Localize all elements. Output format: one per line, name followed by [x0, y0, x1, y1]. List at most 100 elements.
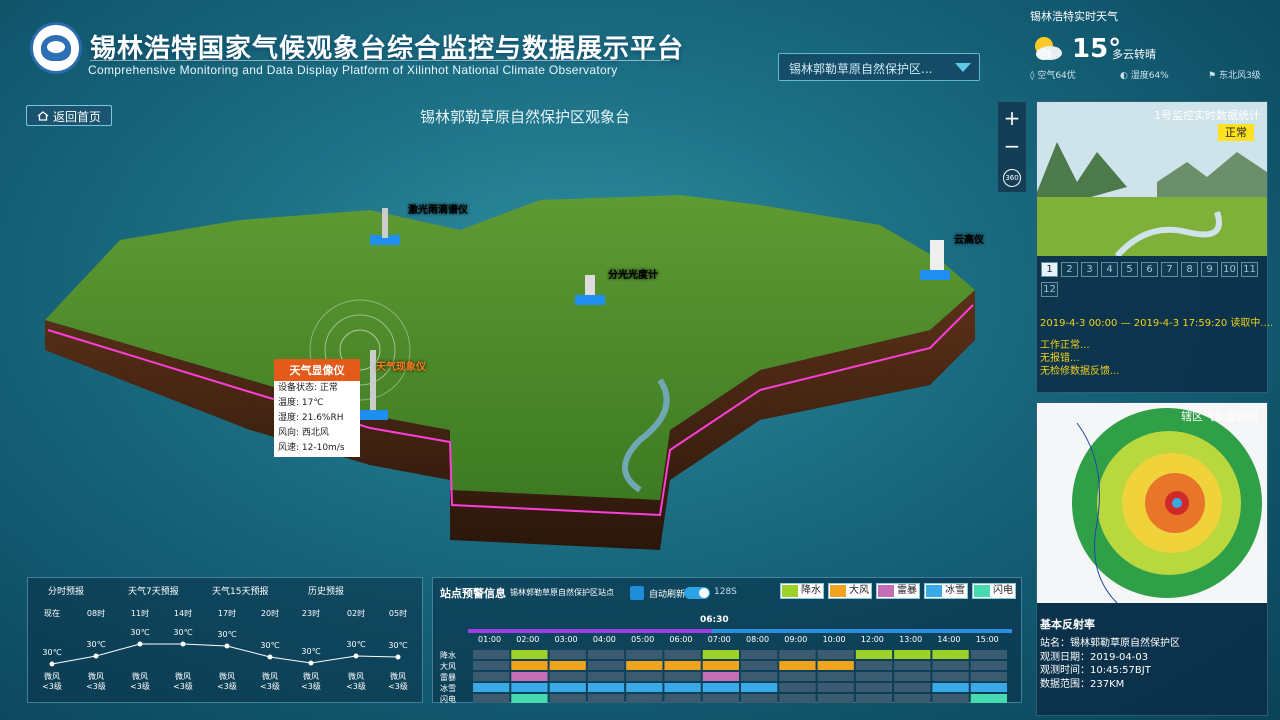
forecast-time: 23时 [301, 609, 321, 618]
forecast-temp: 30℃ [217, 630, 237, 639]
device-info-popup: 天气显像仪 设备状态: 正常 温度: 17℃ 湿度: 21.6%RH 风向: 西… [274, 359, 360, 457]
region-select[interactable]: 锡林郭勒草原自然保护区... [778, 53, 980, 81]
forecast-wind-grade: <3级 [42, 682, 62, 691]
forecast-time: 17时 [217, 609, 237, 618]
chevron-down-icon[interactable] [955, 63, 971, 72]
terrain-map[interactable]: 激光雨滴谱仪 分光光度计 云高仪 天气现象仪 [40, 180, 990, 560]
forecast-wind-level: 微风 [132, 672, 148, 681]
alert-row-label: 降水 [440, 651, 456, 660]
camera-read-time: 2019-4-3 00:00 — 2019-4-3 17:59:20 读取中..… [1040, 318, 1274, 329]
alert-legend-0[interactable]: 降水 [780, 583, 824, 599]
legend-label: 大风 [849, 585, 869, 596]
timeline-hour: 15:00 [975, 635, 999, 644]
camera-page-button[interactable]: 12 [1041, 282, 1058, 297]
view-360-button[interactable]: 360 [998, 164, 1026, 192]
camera-page-button[interactable]: 11 [1241, 262, 1258, 277]
leaf-icon: ◊ [1030, 71, 1035, 81]
timeline-hour: 12:00 [860, 635, 884, 644]
home-icon [37, 111, 49, 121]
tab-hourly[interactable]: 分时预报 [48, 584, 84, 597]
radar-range: 数据范围：237KM [1040, 679, 1125, 690]
refresh-interval: 128S [714, 587, 737, 597]
forecast-wind-level: 微风 [262, 672, 278, 681]
forecast-wind-level: 微风 [88, 672, 104, 681]
camera-page-button[interactable]: 9 [1201, 262, 1218, 277]
timeline-hour: 14:00 [937, 635, 961, 644]
popup-status: 设备状态: 正常 [278, 383, 338, 393]
back-home-label: 返回首页 [53, 110, 102, 124]
camera-status-badge: 正常 [1218, 124, 1254, 141]
forecast-wind-grade: <3级 [346, 682, 366, 691]
forecast-time: 08时 [86, 609, 106, 618]
forecast-wind-level: 微风 [390, 672, 406, 681]
forecast-time: 02时 [346, 609, 366, 618]
radar-station: 站名：锡林郭勒草原自然保护区 [1040, 638, 1180, 649]
camera-page-button[interactable]: 6 [1141, 262, 1158, 277]
weather-instrument-label[interactable]: 天气现象仪 [376, 360, 427, 373]
forecast-time: 05时 [388, 609, 408, 618]
alert-row-label: 冰雪 [440, 684, 456, 693]
tab-7day[interactable]: 天气7天预报 [128, 584, 179, 597]
spectrometer-label[interactable]: 分光光度计 [608, 268, 658, 281]
camera-page-button[interactable]: 1 [1041, 262, 1058, 277]
timeline-hour: 07:00 [707, 635, 731, 644]
camera-page-button[interactable]: 3 [1081, 262, 1098, 277]
map-grass-surface [45, 195, 975, 500]
droplet-icon: ◐ [1120, 71, 1128, 81]
zoom-in-button[interactable]: + [998, 104, 1026, 132]
auto-refresh-toggle[interactable] [684, 587, 710, 599]
ceilometer-label[interactable]: 云高仪 [954, 233, 985, 246]
legend-swatch-icon [926, 585, 942, 597]
timeline-hour: 06:00 [669, 635, 693, 644]
humidity: ◐ 湿度64% [1120, 71, 1169, 81]
camera-page-button[interactable]: 8 [1181, 262, 1198, 277]
observatory-logo [30, 22, 82, 74]
camera-page-button[interactable]: 5 [1121, 262, 1138, 277]
air-quality: ◊ 空气64优 [1030, 71, 1076, 81]
rain-gauge-label[interactable]: 激光雨滴谱仪 [408, 203, 469, 216]
forecast-wind-grade: <3级 [388, 682, 408, 691]
reflectivity-title: 基本反射率 [1040, 618, 1095, 631]
popup-wind-dir: 风向: 西北风 [278, 428, 329, 438]
forecast-wind-level: 微风 [175, 672, 191, 681]
alert-row-label: 闪电 [440, 695, 456, 704]
forecast-temp: 30℃ [86, 640, 106, 649]
wind-flag-icon: ⚑ [1208, 71, 1217, 81]
rotate-360-icon: 360 [1003, 169, 1021, 187]
back-home-button[interactable]: 返回首页 [26, 105, 112, 126]
legend-label: 冰雪 [945, 585, 965, 596]
tab-history[interactable]: 历史预报 [308, 584, 344, 597]
timeline-hour: 10:00 [822, 635, 846, 644]
refresh-icon[interactable] [630, 586, 644, 600]
legend-swatch-icon [878, 585, 894, 597]
forecast-wind-level: 微风 [348, 672, 364, 681]
forecast-wind-grade: <3级 [130, 682, 150, 691]
camera-page-button[interactable]: 4 [1101, 262, 1118, 277]
alert-row-label: 大风 [440, 662, 456, 671]
camera-page-button[interactable]: 2 [1061, 262, 1078, 277]
alert-row-label: 雷暴 [440, 673, 456, 682]
legend-swatch-icon [782, 585, 798, 597]
radar-image[interactable] [1037, 403, 1267, 603]
camera-page-button[interactable]: 10 [1221, 262, 1238, 277]
camera-page-button[interactable]: 7 [1161, 262, 1178, 277]
forecast-time: 14时 [173, 609, 193, 618]
zoom-controls: + − 360 [998, 102, 1026, 192]
alert-legend-1[interactable]: 大风 [828, 583, 872, 599]
forecast-wind-level: 微风 [303, 672, 319, 681]
map-title: 锡林郭勒草原自然保护区观象台 [419, 108, 630, 126]
alert-legend-2[interactable]: 雷暴 [876, 583, 920, 599]
timeline-hour: 02:00 [516, 635, 540, 644]
tab-15day[interactable]: 天气15天预报 [212, 584, 268, 597]
timeline-hour: 08:00 [746, 635, 770, 644]
region-select-value: 锡林郭勒草原自然保护区... [789, 62, 933, 76]
forecast-temp: 30℃ [260, 641, 280, 650]
alert-legend-3[interactable]: 冰雪 [924, 583, 968, 599]
zoom-out-button[interactable]: − [998, 132, 1026, 160]
legend-swatch-icon [974, 585, 990, 597]
forecast-wind-level: 微风 [219, 672, 235, 681]
forecast-time: 20时 [260, 609, 280, 618]
alert-title: 站点预警信息 [440, 587, 506, 600]
timeline-current-time: 06:30 [700, 615, 729, 625]
alert-legend-4[interactable]: 闪电 [972, 583, 1016, 599]
